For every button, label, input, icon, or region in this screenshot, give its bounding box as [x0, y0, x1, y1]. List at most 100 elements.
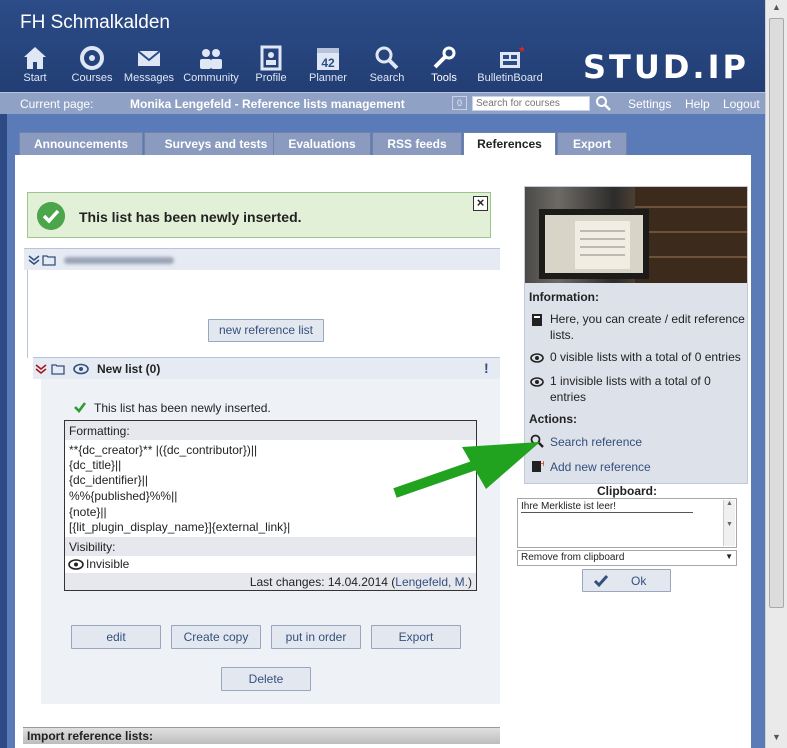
search-reference-link[interactable]: Search reference: [550, 434, 745, 450]
svg-text:★: ★: [518, 45, 524, 55]
nav-courses-label: Courses: [71, 72, 113, 84]
nav-search-label: Search: [369, 72, 405, 84]
university-name: FH Schmalkalden: [20, 12, 170, 33]
formatting-line: %%{published}%%||: [69, 489, 178, 503]
nav-bulletinboard-label: BulletinBoard: [477, 72, 543, 84]
nav-start-label: Start: [23, 72, 47, 84]
invisible-lists-info: 1 invisible lists with a total of 0 entr…: [550, 374, 711, 404]
help-link[interactable]: Help: [685, 97, 710, 111]
new-reference-list-button[interactable]: new reference list: [208, 319, 324, 342]
breadcrumb: Current page: Monika Lengefeld - Referen…: [0, 92, 765, 114]
clipboard-scrollbar[interactable]: ▲ ▼: [723, 500, 735, 546]
wrench-icon: [433, 46, 456, 69]
eye-icon[interactable]: [73, 363, 89, 375]
add-new-reference-link[interactable]: Add new reference: [550, 459, 745, 475]
formatting-label: Formatting:: [65, 421, 476, 440]
clipboard-empty-text: Ihre Merkliste ist leer!: [521, 501, 693, 513]
current-page-title: Monika Lengefeld - Reference lists manag…: [130, 97, 405, 111]
bulletin-icon: ★: [500, 45, 524, 68]
folder-icon: [51, 364, 65, 375]
course-search-input[interactable]: [472, 96, 590, 111]
new-list-title[interactable]: New list (0): [97, 362, 160, 376]
nav-tools-label: Tools: [431, 72, 457, 84]
author-link[interactable]: Lengefeld, M.: [395, 575, 468, 589]
info-sidebar: Information: Here, you can create / edit…: [524, 186, 748, 484]
formatting-line: {dc_identifier}||: [69, 473, 148, 487]
clipboard-heading: Clipboard:: [597, 484, 657, 498]
visibility-value: Invisible: [86, 557, 130, 571]
scroll-up-arrow[interactable]: ▲: [770, 2, 783, 16]
settings-link[interactable]: Settings: [628, 97, 671, 111]
nav-search[interactable]: Search: [355, 44, 419, 84]
envelope-icon: [137, 50, 161, 66]
top-header: FH Schmalkalden Start Courses Messages C…: [0, 0, 765, 92]
formatting-line: [{lit_plugin_display_name}]{external_lin…: [69, 520, 291, 534]
close-icon[interactable]: ×: [473, 196, 488, 211]
clipboard-action-value: Remove from clipboard: [521, 552, 625, 563]
visibility-label: Visibility:: [65, 537, 476, 556]
nav-profile[interactable]: Profile: [239, 44, 303, 84]
put-in-order-button[interactable]: put in order: [271, 625, 361, 649]
formatting-line: **{dc_creator}** |({dc_contributor})||: [69, 443, 258, 457]
last-changes-prefix: Last changes: 14.04.2014 (: [249, 575, 396, 589]
last-changes-suffix: ): [468, 575, 472, 589]
community-icon: [200, 49, 222, 69]
nav-messages[interactable]: Messages: [117, 44, 181, 84]
tab-surveys[interactable]: Surveys and tests: [144, 132, 288, 155]
nav-tools[interactable]: Tools: [412, 44, 476, 84]
tab-evaluations[interactable]: Evaluations: [273, 132, 371, 155]
edit-button[interactable]: edit: [71, 625, 161, 649]
notification-count[interactable]: 0: [452, 96, 467, 110]
nav-start[interactable]: Start: [3, 44, 67, 84]
formatting-line: {note}||: [69, 505, 107, 519]
nav-community-label: Community: [183, 72, 239, 84]
search-icon: [530, 434, 544, 448]
nav-planner-label: Planner: [309, 72, 347, 84]
success-message-text: This list has been newly inserted.: [79, 209, 302, 225]
actions-heading: Actions:: [529, 412, 577, 426]
success-message: This list has been newly inserted. ×: [27, 192, 491, 238]
scroll-down-arrow[interactable]: ▼: [770, 732, 783, 746]
ok-button[interactable]: Ok: [582, 569, 671, 592]
reference-list-header[interactable]: [24, 248, 500, 270]
folder-icon: [42, 255, 56, 266]
eye-icon: [530, 353, 544, 363]
export-button[interactable]: Export: [371, 625, 461, 649]
tab-rss-feeds[interactable]: RSS feeds: [372, 132, 462, 155]
clipboard-action-select[interactable]: Remove from clipboard ▼: [517, 550, 737, 566]
information-heading: Information:: [529, 290, 599, 304]
calendar-day: 42: [321, 56, 335, 70]
tab-announcements[interactable]: Announcements: [19, 132, 143, 155]
svg-text:+: +: [540, 459, 544, 468]
window-scrollbar[interactable]: ▲ ▼: [765, 0, 787, 748]
important-icon: !: [484, 360, 489, 376]
studip-logo: STUD.IP: [583, 48, 749, 86]
nav-planner[interactable]: 42 Planner: [296, 44, 360, 84]
list-details-box: Formatting: **{dc_creator}** |({dc_contr…: [64, 420, 477, 591]
nav-bulletinboard[interactable]: ★ BulletinBoard: [477, 44, 543, 84]
home-icon: [24, 47, 46, 69]
clipboard-list[interactable]: Ihre Merkliste ist leer! ▲ ▼: [517, 498, 737, 548]
nav-messages-label: Messages: [123, 72, 175, 84]
info-text: Here, you can create / edit reference li…: [550, 312, 745, 342]
tab-references[interactable]: References: [463, 132, 556, 157]
collapse-icon[interactable]: [28, 255, 40, 265]
logout-link[interactable]: Logout: [723, 97, 760, 111]
inner-success-text: This list has been newly inserted.: [94, 401, 271, 415]
library-image: [525, 187, 747, 283]
delete-button[interactable]: Delete: [221, 667, 311, 691]
scroll-thumb[interactable]: [769, 18, 784, 608]
profile-icon: [260, 45, 282, 71]
search-icon[interactable]: [595, 95, 611, 111]
tab-export[interactable]: Export: [557, 132, 627, 155]
blurred-list-title: [64, 257, 174, 264]
create-copy-button[interactable]: Create copy: [171, 625, 261, 649]
expand-icon[interactable]: [35, 364, 47, 374]
current-page-label: Current page:: [20, 97, 94, 111]
new-list-header[interactable]: New list (0) !: [33, 357, 500, 379]
nav-courses[interactable]: Courses: [60, 44, 124, 84]
chevron-down-icon: ▼: [725, 552, 733, 561]
ok-label: Ok: [631, 574, 647, 588]
courses-icon: [80, 46, 104, 70]
nav-community[interactable]: Community: [179, 44, 243, 84]
